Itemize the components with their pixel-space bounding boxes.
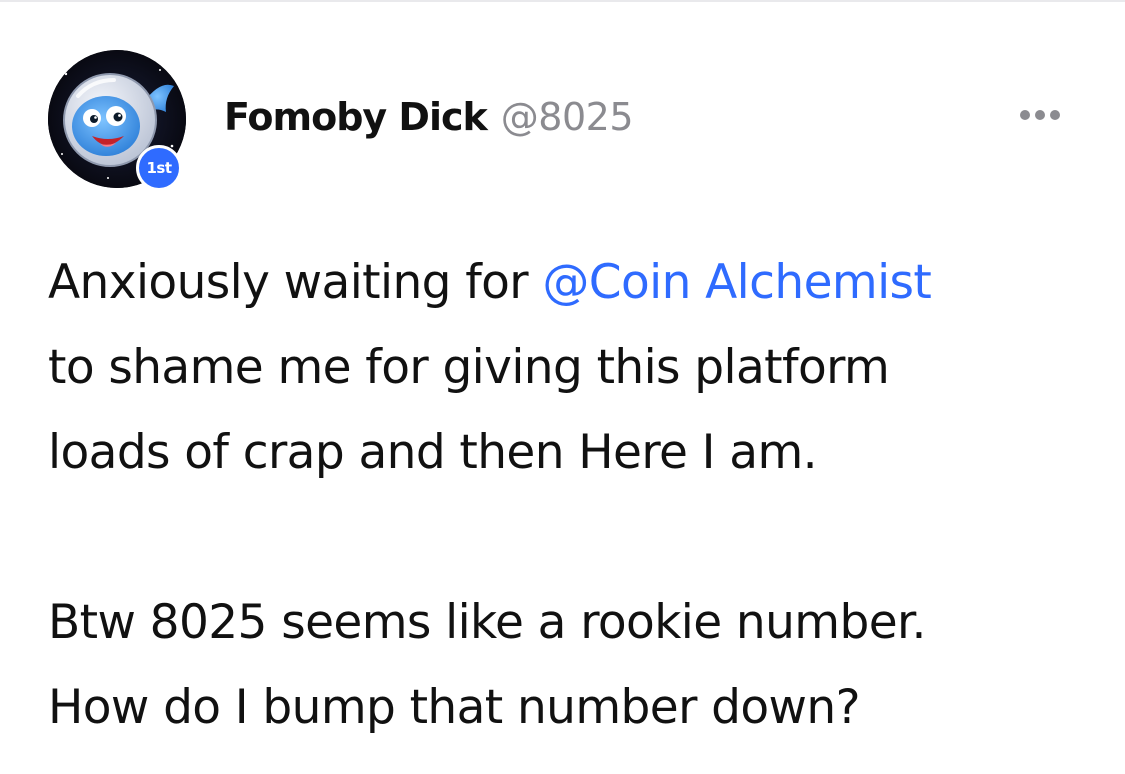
author-name[interactable]: Fomoby Dick (224, 95, 488, 139)
post-paragraph: Anxiously waiting for @Coin Alchemist to… (48, 240, 1098, 495)
ellipsis-icon (1035, 110, 1045, 120)
ellipsis-icon (1020, 110, 1030, 120)
post-line: Btw 8025 seems like a rookie number. (48, 595, 926, 650)
post-card: 1st Fomoby Dick @8025 Anxiously waiting … (0, 0, 1125, 774)
more-options-button[interactable] (1010, 100, 1070, 130)
post-paragraph: Btw 8025 seems like a rookie number. How… (48, 580, 1098, 750)
post-line: Anxiously waiting for @Coin Alchemist (48, 240, 1098, 325)
post-line: to shame me for giving this platform (48, 340, 890, 395)
post-line: loads of crap and then Here I am. (48, 425, 818, 480)
mention-link[interactable]: @Coin Alchemist (542, 255, 931, 310)
post-text: Anxiously waiting for (48, 255, 543, 310)
author-avatar-container[interactable]: 1st (48, 50, 188, 191)
author-handle[interactable]: @8025 (501, 95, 634, 139)
post-header: Fomoby Dick @8025 (224, 95, 634, 143)
rank-badge: 1st (136, 145, 182, 191)
post-line: How do I bump that number down? (48, 680, 861, 735)
ellipsis-icon (1050, 110, 1060, 120)
post-body: Anxiously waiting for @Coin Alchemist to… (48, 240, 1098, 750)
